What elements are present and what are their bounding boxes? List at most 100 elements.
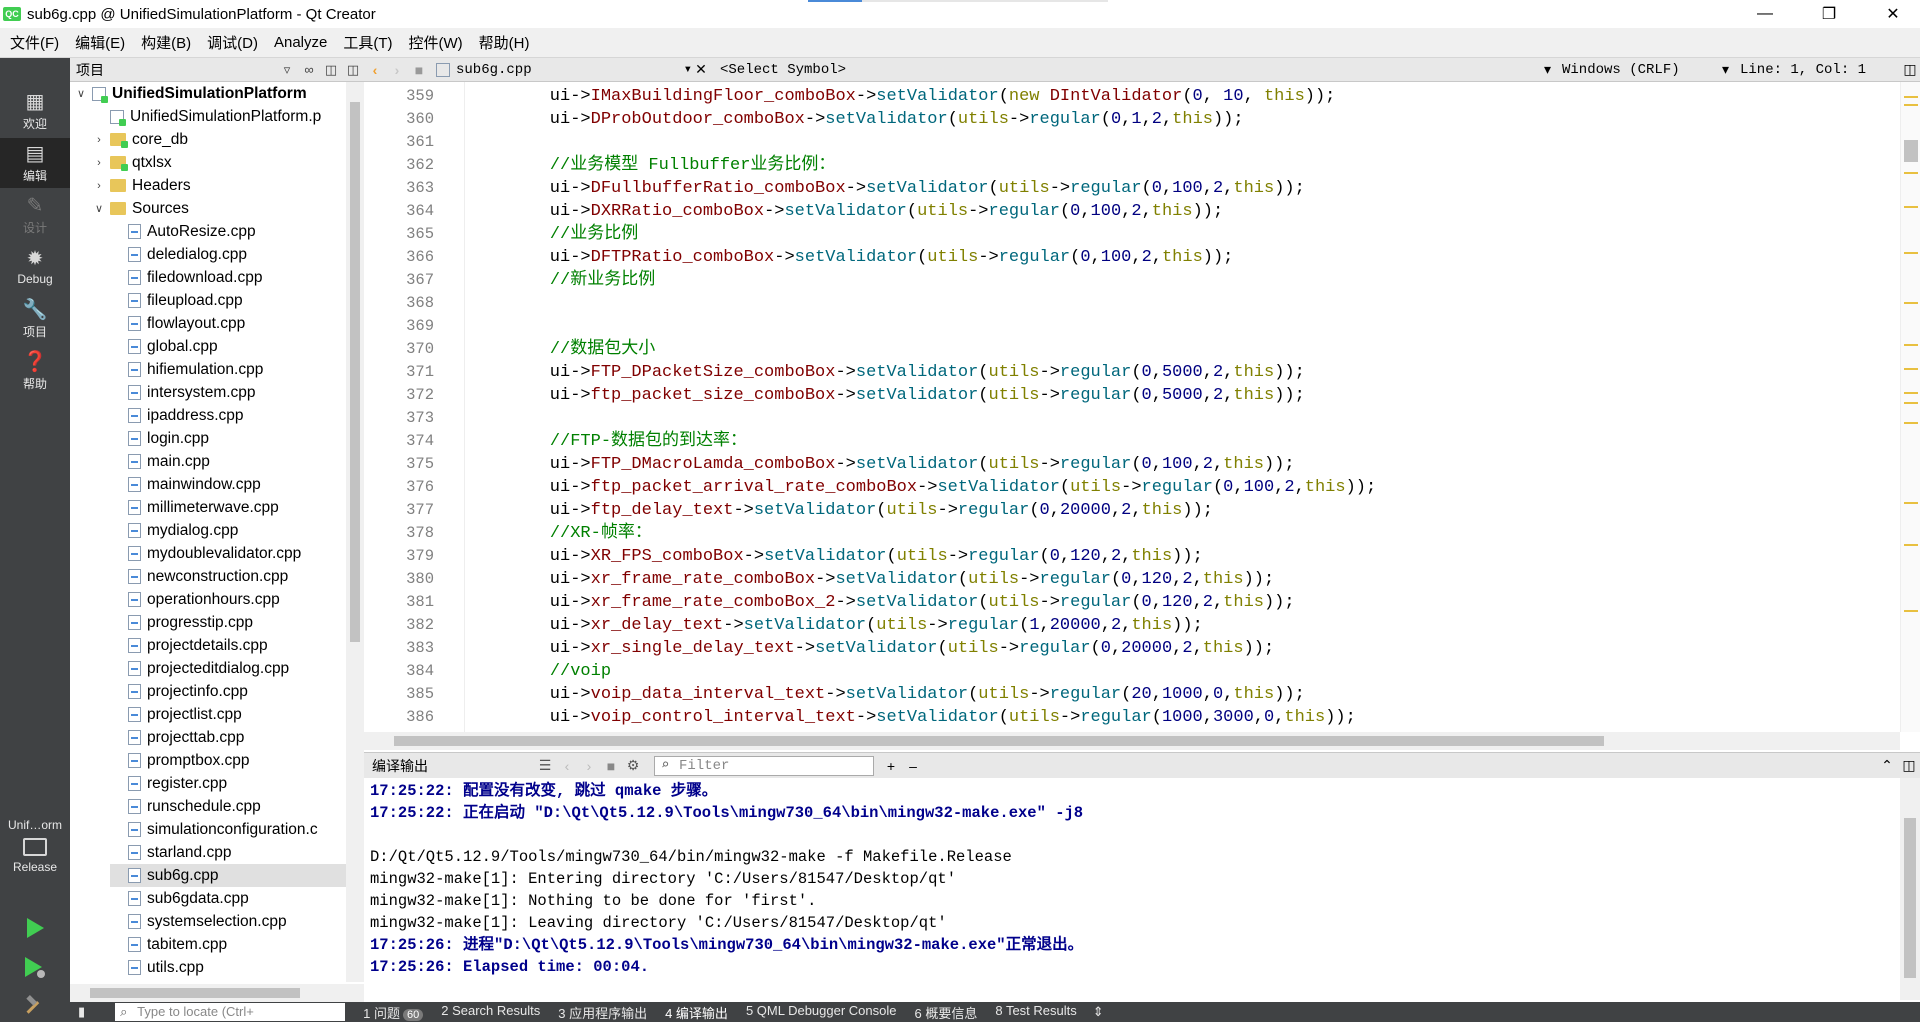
tree-item-source-file[interactable]: filedownload.cpp	[110, 266, 346, 289]
tree-item-source-file[interactable]: projectlist.cpp	[110, 703, 346, 726]
line-ending-selector[interactable]: Windows (CRLF)	[1562, 62, 1722, 78]
build-button[interactable]	[0, 986, 70, 1026]
tree-item-source-file[interactable]: starland.cpp	[110, 841, 346, 864]
tree-item-source-file[interactable]: mainwindow.cpp	[110, 473, 346, 496]
restore-icon[interactable]: ❐	[1806, 0, 1852, 28]
output-pane-tab[interactable]: 1 问题 60	[363, 1003, 424, 1022]
code-line[interactable]: ui->xr_single_delay_text->setValidator(u…	[509, 637, 1274, 660]
tree-item-source-file[interactable]: hifiemulation.cpp	[110, 358, 346, 381]
open-file-selector[interactable]: sub6g.cpp ▾	[430, 59, 692, 81]
menu-build[interactable]: 构建(B)	[135, 32, 197, 53]
tree-item-qtxlsx[interactable]: › qtxlsx	[92, 151, 172, 174]
code-line[interactable]: ui->voip_control_interval_text->setValid…	[509, 706, 1356, 729]
menu-tools[interactable]: 工具(T)	[337, 32, 398, 53]
output-pane-tab[interactable]: 4 编译输出	[665, 1003, 728, 1022]
code-line[interactable]: ui->DXRRatio_comboBox->setValidator(util…	[509, 200, 1223, 223]
mode-welcome[interactable]: ▦ 欢迎	[0, 86, 70, 136]
minimize-icon[interactable]: —	[1742, 0, 1788, 28]
next-arrow-icon[interactable]: ›	[578, 758, 600, 774]
zoom-out-icon[interactable]: –	[902, 758, 924, 774]
code-line[interactable]: ui->xr_frame_rate_comboBox->setValidator…	[509, 568, 1274, 591]
chevron-down-icon[interactable]: ▾	[1544, 61, 1562, 78]
run-button[interactable]	[0, 908, 70, 948]
tree-item-pro-file[interactable]: UnifiedSimulationPlatform.p	[92, 105, 321, 128]
mode-help[interactable]: ❓ 帮助	[0, 346, 70, 396]
chevron-right-icon[interactable]: ›	[92, 157, 106, 169]
tree-item-source-file[interactable]: promptbox.cpp	[110, 749, 346, 772]
code-line[interactable]: ui->FTP_DPacketSize_comboBox->setValidat…	[509, 361, 1305, 384]
tree-item-source-file[interactable]: newconstruction.cpp	[110, 565, 346, 588]
tree-item-source-file[interactable]: fileupload.cpp	[110, 289, 346, 312]
tree-item-source-file[interactable]: sub6g.cpp	[110, 864, 346, 887]
zoom-in-icon[interactable]: +	[880, 758, 902, 774]
tree-item-source-file[interactable]: projecttab.cpp	[110, 726, 346, 749]
code-line[interactable]: ui->xr_frame_rate_comboBox_2->setValidat…	[509, 591, 1295, 614]
output-pane-tab[interactable]: 2 Search Results	[441, 1003, 540, 1022]
symbol-selector[interactable]: <Select Symbol>	[720, 62, 1544, 78]
menu-widgets[interactable]: 控件(W)	[403, 32, 469, 53]
prev-arrow-icon[interactable]: ‹	[556, 758, 578, 774]
menu-debug[interactable]: 调试(D)	[201, 32, 264, 53]
mode-projects[interactable]: 🔧 项目	[0, 294, 70, 344]
output-pane-tab[interactable]: 6 概要信息	[915, 1003, 978, 1022]
tree-item-source-file[interactable]: global.cpp	[110, 335, 346, 358]
code-line[interactable]: ui->DProbOutdoor_comboBox->setValidator(…	[509, 108, 1244, 131]
mode-design[interactable]: ✎ 设计	[0, 190, 70, 240]
tree-item-source-file[interactable]: ipaddress.cpp	[110, 404, 346, 427]
split-icon[interactable]: ◫	[320, 62, 342, 78]
locator-input[interactable]: Type to locate (Ctrl+	[115, 1003, 346, 1021]
forward-arrow-icon[interactable]: ›	[386, 62, 408, 78]
code-line[interactable]: ui->ftp_packet_size_comboBox->setValidat…	[509, 384, 1305, 407]
tree-item-source-file[interactable]: mydoublevalidator.cpp	[110, 542, 346, 565]
code-line[interactable]: //FTP-数据包的到达率：	[509, 430, 747, 453]
tree-item-source-file[interactable]: flowlayout.cpp	[110, 312, 346, 335]
code-line[interactable]: ui->xr_delay_text->setValidator(utils->r…	[509, 614, 1203, 637]
tree-item-source-file[interactable]: mydialog.cpp	[110, 519, 346, 542]
tree-item-source-file[interactable]: progresstip.cpp	[110, 611, 346, 634]
code-line[interactable]: //新业务比例	[509, 269, 655, 292]
code-line[interactable]: ui->voip_data_interval_text->setValidato…	[509, 683, 1305, 706]
tree-item-headers[interactable]: › Headers	[92, 174, 190, 197]
code-line[interactable]: ui->DFullbufferRatio_comboBox->setValida…	[509, 177, 1305, 200]
stop-icon[interactable]: ■	[600, 758, 622, 774]
debug-run-button[interactable]	[0, 948, 70, 988]
tree-item-source-file[interactable]: intersystem.cpp	[110, 381, 346, 404]
mode-edit[interactable]: ▤ 编辑	[0, 138, 70, 188]
tree-item-root[interactable]: ∨ UnifiedSimulationPlatform	[74, 82, 307, 105]
output-pane-tab[interactable]: 3 应用程序输出	[558, 1003, 647, 1022]
close-file-icon[interactable]: ✕	[692, 61, 710, 78]
menu-edit[interactable]: 编辑(E)	[69, 32, 131, 53]
output-filter-input[interactable]: Filter	[654, 755, 874, 776]
tree-item-source-file[interactable]: systemselection.cpp	[110, 910, 346, 933]
code-editor[interactable]: ui->IMaxBuildingFloor_comboBox->setValid…	[464, 82, 1900, 732]
menu-help[interactable]: 帮助(H)	[473, 32, 536, 53]
code-line[interactable]: //数据包大小	[509, 338, 655, 361]
tree-item-source-file[interactable]: login.cpp	[110, 427, 346, 450]
chevron-right-icon[interactable]: ›	[92, 180, 106, 192]
tree-item-source-file[interactable]: AutoResize.cpp	[110, 220, 346, 243]
code-line[interactable]: ui->IMaxBuildingFloor_comboBox->setValid…	[509, 85, 1336, 108]
kit-selector[interactable]: Unif…orm Release	[0, 818, 70, 888]
chevron-down-icon[interactable]: ▾	[684, 61, 692, 78]
link-icon[interactable]: ∞	[298, 62, 320, 77]
tree-item-source-file[interactable]: deledialog.cpp	[110, 243, 346, 266]
chevron-down-icon[interactable]: ∨	[74, 87, 88, 100]
pane-chooser-icon[interactable]: ⇕	[1093, 1004, 1104, 1020]
chevron-right-icon[interactable]: ›	[92, 134, 106, 146]
code-line[interactable]: ui->ftp_packet_arrival_rate_comboBox->se…	[509, 476, 1376, 499]
code-line[interactable]: ui->DFTPRatio_comboBox->setValidator(uti…	[509, 246, 1234, 269]
cursor-position[interactable]: Line: 1, Col: 1	[1740, 62, 1900, 78]
maximize-pane-icon[interactable]: ⌃	[1876, 757, 1898, 774]
tree-item-sources[interactable]: ∨ Sources	[92, 197, 189, 220]
code-line[interactable]: ui->ftp_delay_text->setValidator(utils->…	[509, 499, 1213, 522]
tree-item-source-file[interactable]: projecteditdialog.cpp	[110, 657, 346, 680]
mode-debug[interactable]: ✹ Debug	[0, 242, 70, 292]
close-pane-icon[interactable]: ◫	[1898, 757, 1920, 774]
tree-item-source-file[interactable]: simulationconfiguration.c	[110, 818, 346, 841]
tree-item-source-file[interactable]: utils.cpp	[110, 956, 346, 979]
menu-analyze[interactable]: Analyze	[268, 34, 333, 51]
code-line[interactable]: ui->XR_FPS_comboBox->setValidator(utils-…	[509, 545, 1203, 568]
split-editor-icon[interactable]: ◫	[1900, 61, 1920, 78]
code-line[interactable]: //业务比例	[509, 223, 638, 246]
tree-item-source-file[interactable]: sub6gdata.cpp	[110, 887, 346, 910]
